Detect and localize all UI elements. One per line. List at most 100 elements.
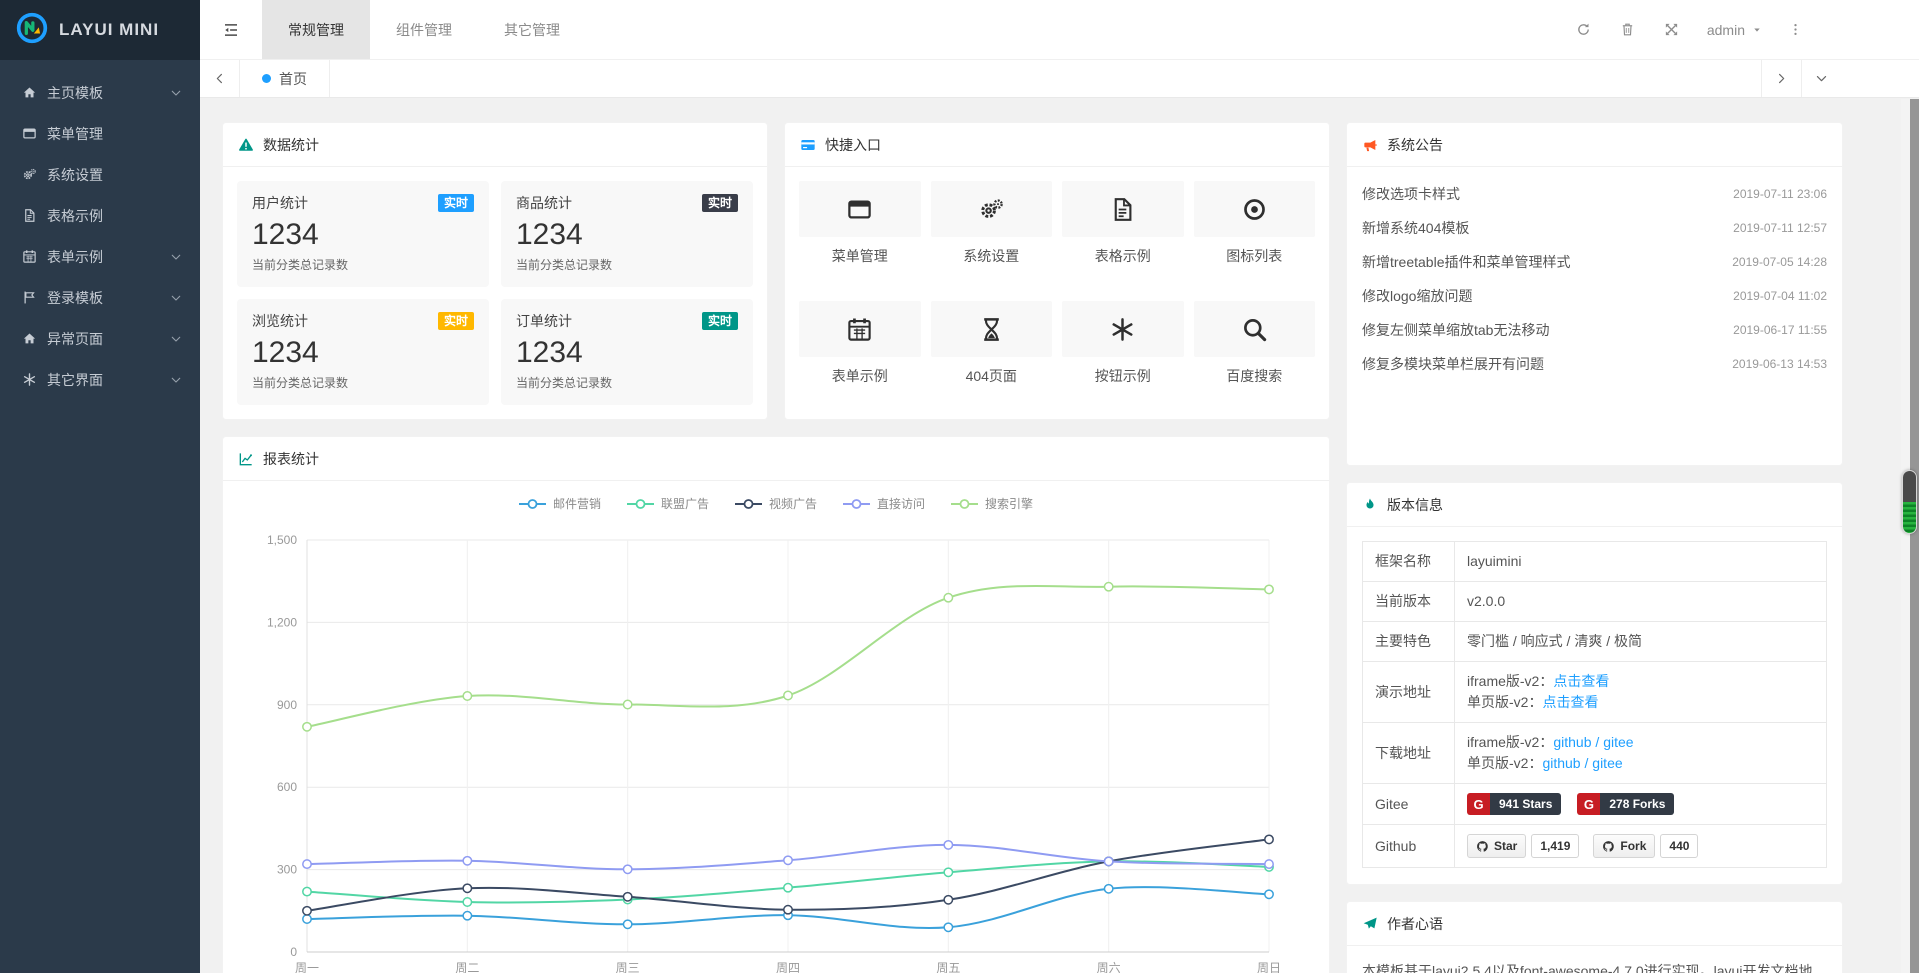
link-gitee[interactable]: gitee bbox=[1592, 755, 1622, 771]
version-value: layuimini bbox=[1467, 553, 1521, 569]
tab-scroll-left-button[interactable] bbox=[200, 60, 240, 97]
svg-text:周二: 周二 bbox=[455, 961, 479, 973]
stat-label: 订单统计 bbox=[516, 311, 572, 331]
link-点击查看[interactable]: 点击查看 bbox=[1542, 694, 1598, 710]
link-gitee[interactable]: gitee bbox=[1603, 734, 1633, 750]
version-card-title: 版本信息 bbox=[1387, 495, 1443, 515]
sidebar-item-系统设置[interactable]: 系统设置 bbox=[0, 154, 200, 195]
notice-item[interactable]: 修复左侧菜单缩放tab无法移动2019-06-17 11:55 bbox=[1362, 313, 1827, 347]
trash-icon[interactable] bbox=[1606, 22, 1650, 37]
quick-entry-按钮示例[interactable]: 按钮示例 bbox=[1062, 301, 1184, 405]
stat-caption: 当前分类总记录数 bbox=[516, 256, 738, 273]
stat-value: 1234 bbox=[252, 217, 474, 253]
legend-marker bbox=[627, 498, 654, 510]
sidebar-item-表单示例[interactable]: 表单示例 bbox=[0, 236, 200, 277]
version-label: Gitee bbox=[1363, 784, 1455, 825]
github-count: 440 bbox=[1660, 834, 1698, 858]
version-row-演示地址: 演示地址iframe版-v2：点击查看单页版-v2：点击查看 bbox=[1363, 662, 1827, 723]
version-row-主要特色: 主要特色零门槛 / 响应式 / 清爽 / 极简 bbox=[1363, 622, 1827, 662]
legend-item-直接访问[interactable]: 直接访问 bbox=[843, 495, 925, 512]
sidebar-item-登录模板[interactable]: 登录模板 bbox=[0, 277, 200, 318]
notice-date: 2019-07-05 14:28 bbox=[1732, 255, 1827, 269]
version-link-line: 单页版-v2：github / gitee bbox=[1467, 753, 1814, 774]
tab-scroll-right-button[interactable] bbox=[1761, 60, 1801, 97]
scrollbar-thumb[interactable] bbox=[1902, 470, 1917, 534]
sidebar-item-label: 表单示例 bbox=[47, 247, 103, 267]
legend-item-视频广告[interactable]: 视频广告 bbox=[735, 495, 817, 512]
more-vertical-icon[interactable] bbox=[1775, 22, 1815, 37]
author-paragraph: 本模板基于layui2.5.4以及font-awesome-4.7.0进行实现。… bbox=[1362, 960, 1827, 973]
quick-entry-百度搜索[interactable]: 百度搜索 bbox=[1194, 301, 1316, 405]
version-row-下载地址: 下载地址iframe版-v2：github / gitee单页版-v2：gith… bbox=[1363, 723, 1827, 784]
stat-box-用户统计: 用户统计实时1234当前分类总记录数 bbox=[237, 181, 489, 287]
tabbar-right-gap bbox=[1841, 60, 1919, 97]
legend-item-联盟广告[interactable]: 联盟广告 bbox=[627, 495, 709, 512]
sidebar-item-异常页面[interactable]: 异常页面 bbox=[0, 318, 200, 359]
link-github[interactable]: github bbox=[1553, 734, 1591, 750]
fullscreen-icon[interactable] bbox=[1650, 22, 1694, 37]
quick-entry-label: 系统设置 bbox=[931, 246, 1053, 266]
quick-entry-404页面[interactable]: 404页面 bbox=[931, 301, 1053, 405]
stat-caption: 当前分类总记录数 bbox=[516, 374, 738, 391]
notice-date: 2019-06-17 11:55 bbox=[1733, 323, 1827, 337]
legend-marker bbox=[843, 498, 870, 510]
line-chart[interactable]: 03006009001,2001,500周一周二周三周四周五周六周日 bbox=[223, 512, 1329, 973]
notice-item[interactable]: 修改logo缩放问题2019-07-04 11:02 bbox=[1362, 279, 1827, 313]
header-nav-tabs: 常规管理组件管理其它管理 bbox=[262, 0, 586, 59]
tab-operations-dropdown[interactable] bbox=[1801, 60, 1841, 97]
dot-circle-icon bbox=[1241, 196, 1268, 223]
github-Fork-button[interactable]: Fork440 bbox=[1593, 834, 1698, 858]
github-icon bbox=[1476, 840, 1489, 853]
quick-entry-card: 快捷入口 菜单管理系统设置表格示例图标列表表单示例404页面按钮示例百度搜索 bbox=[784, 122, 1330, 420]
refresh-icon[interactable] bbox=[1562, 22, 1606, 37]
stat-box-商品统计: 商品统计实时1234当前分类总记录数 bbox=[501, 181, 753, 287]
gears-icon bbox=[20, 167, 38, 182]
caret-down-icon bbox=[1752, 25, 1762, 35]
link-github[interactable]: github bbox=[1542, 755, 1580, 771]
stat-box-浏览统计: 浏览统计实时1234当前分类总记录数 bbox=[237, 299, 489, 405]
version-link-line: 单页版-v2：点击查看 bbox=[1467, 692, 1814, 713]
version-row-Gitee: Gitee G941 Stars G278 Forks bbox=[1363, 784, 1827, 825]
header-tab-常规管理[interactable]: 常规管理 bbox=[262, 0, 370, 59]
sidebar-item-主页模板[interactable]: 主页模板 bbox=[0, 72, 200, 113]
notice-text: 修复多模块菜单栏展开有问题 bbox=[1362, 354, 1544, 374]
stats-card-title: 数据统计 bbox=[263, 135, 319, 155]
quick-entry-表格示例[interactable]: 表格示例 bbox=[1062, 181, 1184, 285]
header-tab-组件管理[interactable]: 组件管理 bbox=[370, 0, 478, 59]
quick-entry-菜单管理[interactable]: 菜单管理 bbox=[799, 181, 921, 285]
chevron-down-icon bbox=[170, 251, 182, 263]
notice-item[interactable]: 修改选项卡样式2019-07-11 23:06 bbox=[1362, 177, 1827, 211]
sidebar-toggle-button[interactable] bbox=[200, 0, 262, 59]
sidebar-item-菜单管理[interactable]: 菜单管理 bbox=[0, 113, 200, 154]
quick-entry-系统设置[interactable]: 系统设置 bbox=[931, 181, 1053, 285]
stats-card: 数据统计 用户统计实时1234当前分类总记录数商品统计实时1234当前分类总记录… bbox=[222, 122, 768, 420]
sidebar-item-表格示例[interactable]: 表格示例 bbox=[0, 195, 200, 236]
legend-item-搜索引擎[interactable]: 搜索引擎 bbox=[951, 495, 1033, 512]
legend-label: 邮件营销 bbox=[553, 495, 601, 512]
flag-icon bbox=[20, 290, 38, 305]
stat-value: 1234 bbox=[252, 335, 474, 371]
gitee-badge[interactable]: G941 Stars bbox=[1467, 793, 1561, 815]
notice-item[interactable]: 修复多模块菜单栏展开有问题2019-06-13 14:53 bbox=[1362, 347, 1827, 381]
notice-item[interactable]: 新增treetable插件和菜单管理样式2019-07-05 14:28 bbox=[1362, 245, 1827, 279]
github-Star-button[interactable]: Star1,419 bbox=[1467, 834, 1579, 858]
notice-item[interactable]: 新增系统404模板2019-07-11 12:57 bbox=[1362, 211, 1827, 245]
sidebar-item-其它界面[interactable]: 其它界面 bbox=[0, 359, 200, 400]
home-icon bbox=[20, 331, 38, 346]
header-tab-其它管理[interactable]: 其它管理 bbox=[478, 0, 586, 59]
gitee-badge[interactable]: G278 Forks bbox=[1577, 793, 1674, 815]
tab-home-label: 首页 bbox=[279, 69, 307, 89]
gitee-icon: G bbox=[1467, 793, 1490, 815]
quick-entry-表单示例[interactable]: 表单示例 bbox=[799, 301, 921, 405]
version-value: v2.0.0 bbox=[1467, 593, 1505, 609]
quick-entry-图标列表[interactable]: 图标列表 bbox=[1194, 181, 1316, 285]
user-dropdown[interactable]: admin bbox=[1694, 22, 1775, 38]
notice-list: 修改选项卡样式2019-07-11 23:06新增系统404模板2019-07-… bbox=[1347, 167, 1842, 465]
notice-card: 系统公告 修改选项卡样式2019-07-11 23:06新增系统404模板201… bbox=[1346, 122, 1843, 466]
link-点击查看[interactable]: 点击查看 bbox=[1553, 673, 1609, 689]
sidebar-item-label: 其它界面 bbox=[47, 370, 103, 390]
scrollbar-track[interactable] bbox=[1901, 99, 1919, 973]
tab-home[interactable]: 首页 bbox=[240, 60, 330, 97]
hourglass-icon bbox=[978, 316, 1005, 343]
legend-item-邮件营销[interactable]: 邮件营销 bbox=[519, 495, 601, 512]
